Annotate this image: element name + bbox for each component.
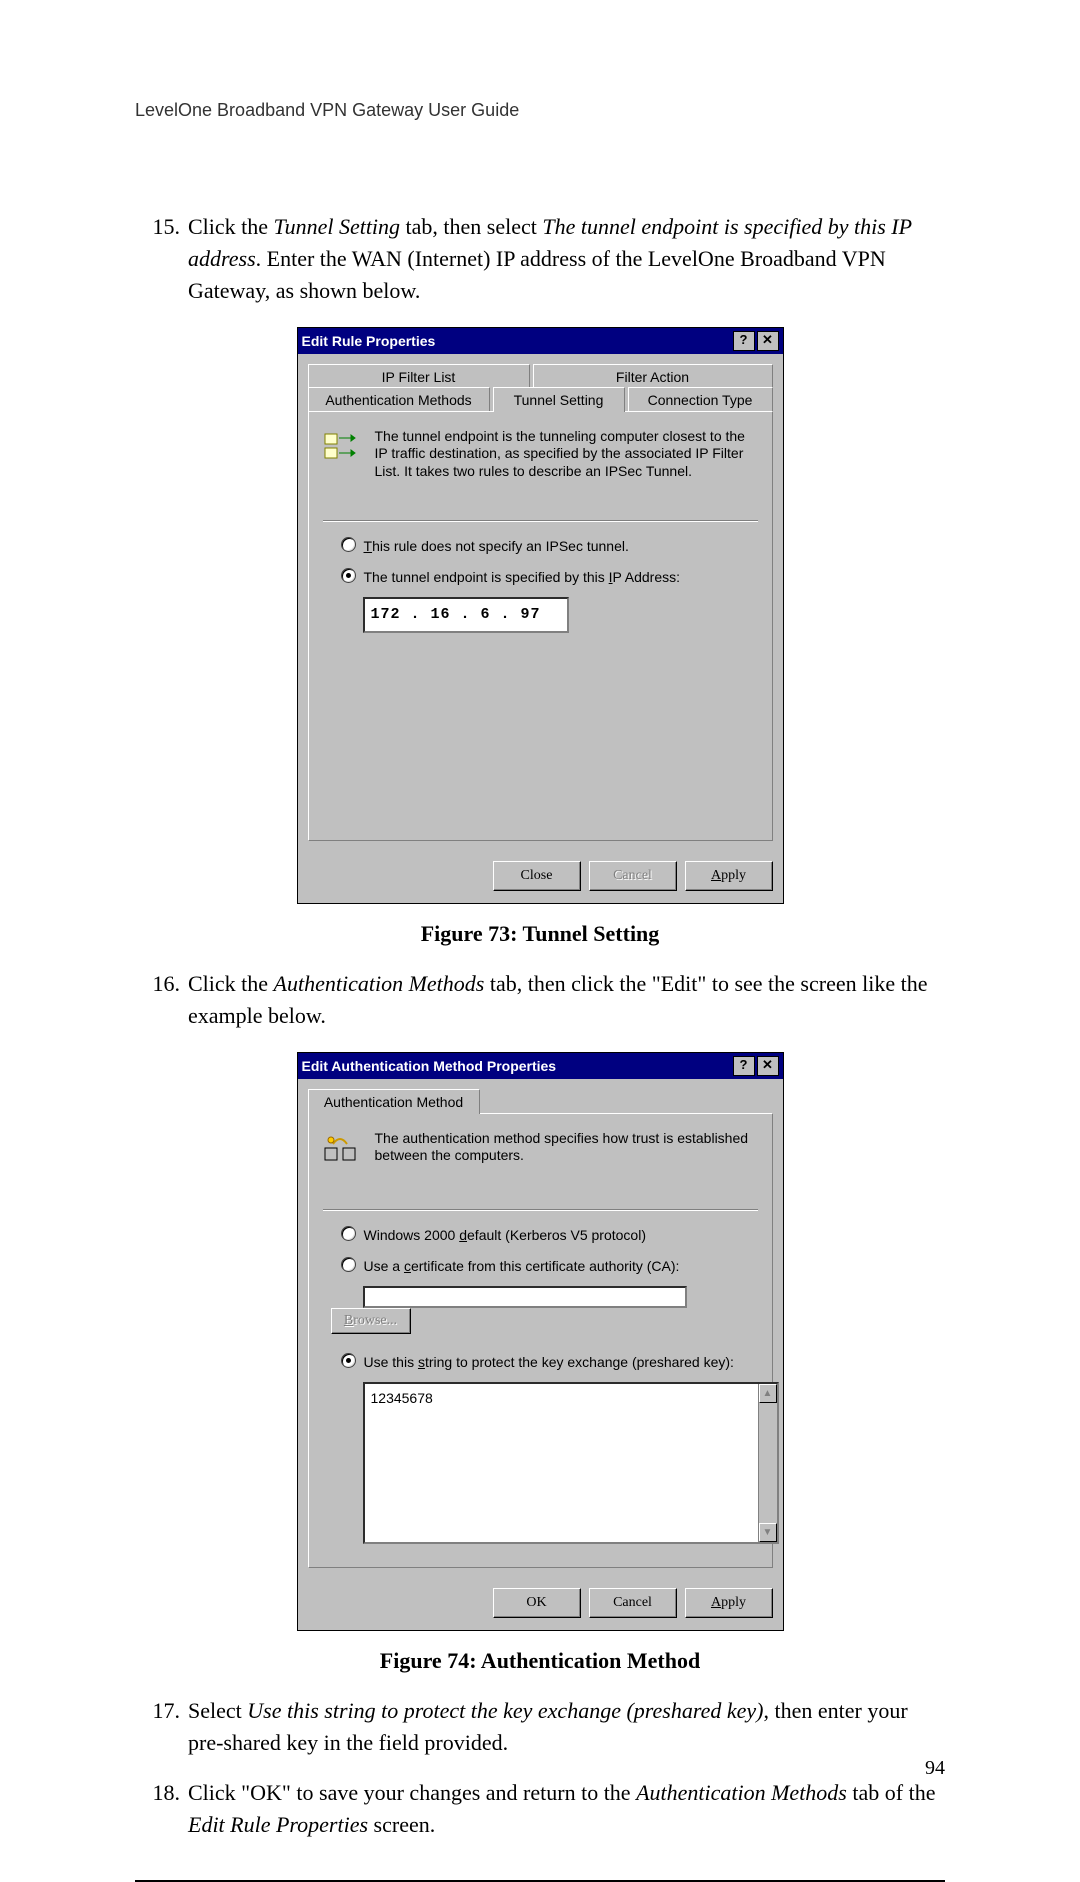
close-icon[interactable]: ✕	[757, 331, 779, 351]
ca-input	[363, 1286, 687, 1308]
tab-auth-method[interactable]: Authentication Method	[308, 1089, 480, 1114]
step-15-number: 15.	[135, 211, 188, 307]
help-button[interactable]: ?	[733, 1056, 755, 1076]
no-ipsec-radio[interactable]	[341, 537, 356, 552]
edit-rule-dialog: Edit Rule Properties ? ✕ IP Filter List …	[297, 327, 784, 904]
preshared-key-textarea[interactable]: 12345678 ▲ ▼	[363, 1382, 779, 1544]
auth-description: The authentication method specifies how …	[375, 1130, 758, 1169]
tunnel-description: The tunnel endpoint is the tunneling com…	[375, 428, 758, 481]
step-18-text: Click "OK" to save your changes and retu…	[188, 1777, 945, 1841]
scroll-down-icon[interactable]: ▼	[759, 1523, 777, 1542]
preshared-key-radio[interactable]	[341, 1353, 356, 1368]
step-16-text: Click the Authentication Methods tab, th…	[188, 968, 945, 1032]
close-button[interactable]: Close	[493, 861, 581, 891]
help-button[interactable]: ?	[733, 331, 755, 351]
dialog-title: Edit Authentication Method Properties	[302, 1056, 731, 1076]
figure-73-caption: Figure 73: Tunnel Setting	[135, 918, 945, 950]
auth-icon	[323, 1130, 357, 1169]
cancel-button[interactable]: Cancel	[589, 1588, 677, 1618]
tab-ip-filter-list[interactable]: IP Filter List	[308, 364, 530, 389]
page-header: LevelOne Broadband VPN Gateway User Guid…	[135, 100, 945, 121]
certificate-label: Use a certificate from this certificate …	[364, 1256, 680, 1276]
step-18-number: 18.	[135, 1777, 188, 1841]
dialog-titlebar: Edit Rule Properties ? ✕	[298, 328, 783, 354]
tab-connection-type[interactable]: Connection Type	[628, 387, 773, 412]
kerberos-label: Windows 2000 default (Kerberos V5 protoc…	[364, 1225, 647, 1245]
no-ipsec-label: This rule does not specify an IPSec tunn…	[364, 536, 629, 556]
dialog-titlebar: Edit Authentication Method Properties ? …	[298, 1053, 783, 1079]
ip-address-input[interactable]: 172 . 16 . 6 . 97	[363, 597, 569, 633]
step-17-number: 17.	[135, 1695, 188, 1759]
tab-tunnel-setting[interactable]: Tunnel Setting	[493, 387, 625, 412]
edit-auth-dialog: Edit Authentication Method Properties ? …	[297, 1052, 784, 1631]
tab-authentication-methods[interactable]: Authentication Methods	[308, 387, 490, 412]
page-number: 94	[925, 1757, 945, 1780]
preshared-key-label: Use this string to protect the key excha…	[364, 1352, 734, 1372]
ip-endpoint-radio[interactable]	[341, 568, 356, 583]
apply-button[interactable]: Apply	[685, 861, 773, 891]
kerberos-radio[interactable]	[341, 1226, 356, 1241]
step-15-text: Click the Tunnel Setting tab, then selec…	[188, 211, 945, 307]
ip-endpoint-label: The tunnel endpoint is specified by this…	[364, 567, 681, 587]
step-16-number: 16.	[135, 968, 188, 1032]
step-17-text: Select Use this string to protect the ke…	[188, 1695, 945, 1759]
scroll-up-icon[interactable]: ▲	[759, 1384, 777, 1403]
certificate-radio[interactable]	[341, 1257, 356, 1272]
cancel-button: Cancel	[589, 861, 677, 891]
ok-button[interactable]: OK	[493, 1588, 581, 1618]
figure-74-caption: Figure 74: Authentication Method	[135, 1645, 945, 1677]
close-icon[interactable]: ✕	[757, 1056, 779, 1076]
tunnel-icon	[323, 428, 357, 481]
scrollbar[interactable]: ▲ ▼	[758, 1384, 777, 1542]
apply-button[interactable]: Apply	[685, 1588, 773, 1618]
browse-button: Browse...	[331, 1308, 411, 1334]
dialog-title: Edit Rule Properties	[302, 331, 731, 351]
tab-filter-action[interactable]: Filter Action	[533, 364, 773, 389]
